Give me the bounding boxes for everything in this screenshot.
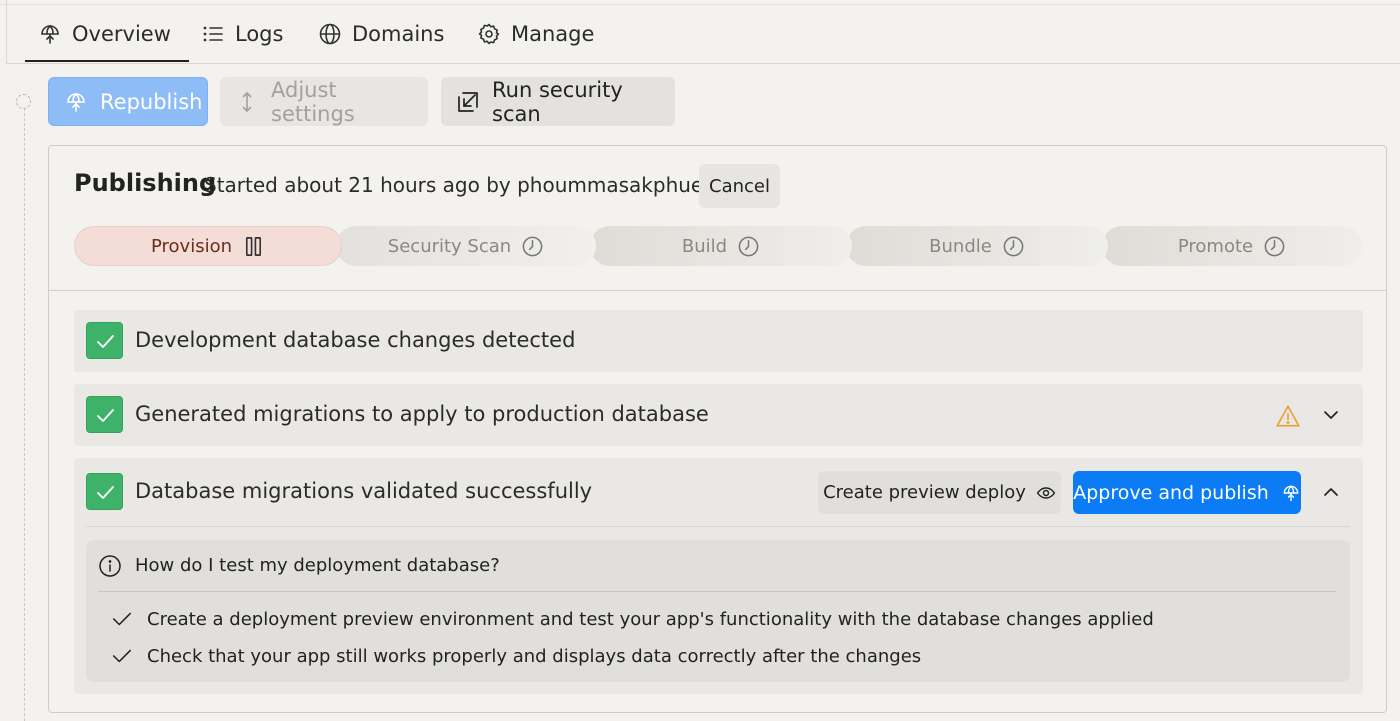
run-security-scan-label: Run security scan xyxy=(492,77,623,126)
timeline-rail xyxy=(24,108,25,721)
check-row-generated-migrations[interactable]: Generated migrations to apply to product… xyxy=(74,384,1363,446)
step-bundle: Bundle xyxy=(846,226,1108,266)
check-icon xyxy=(111,608,133,630)
check-label: Development database changes detected xyxy=(135,328,576,352)
tab-overview-label: Overview xyxy=(72,22,171,46)
warning-icon xyxy=(1275,403,1301,429)
list-icon xyxy=(201,22,225,46)
run-security-scan-button[interactable]: Run security scan xyxy=(441,77,675,126)
chevron-up-icon[interactable] xyxy=(1321,482,1341,502)
tab-manage[interactable]: Manage xyxy=(477,14,594,54)
tab-domains-label: Domains xyxy=(352,22,445,46)
adjust-settings-label: Adjust settings xyxy=(271,77,355,126)
timeline-dot xyxy=(16,94,31,109)
publishing-status: Started about 21 hours ago by phoummasak… xyxy=(204,173,712,197)
create-preview-deploy-button[interactable]: Create preview deploy xyxy=(818,471,1061,514)
check-label: Database migrations validated successful… xyxy=(135,479,593,503)
tab-logs-label: Logs xyxy=(235,22,284,46)
publish-stepper: Provision Security Scan Build Bundle Pro… xyxy=(74,226,1362,266)
step-promote: Promote xyxy=(1102,226,1362,266)
help-divider xyxy=(98,591,1336,592)
globe-icon xyxy=(318,22,342,46)
publishing-card: Publishing Started about 21 hours ago by… xyxy=(48,145,1387,713)
republish-label: Republish xyxy=(100,89,203,114)
tab-bar: Overview Logs Domains Manage xyxy=(6,0,1400,64)
tab-manage-label: Manage xyxy=(511,22,595,46)
rocket-globe-icon xyxy=(1281,483,1301,503)
row-divider xyxy=(86,526,1350,527)
clock-icon xyxy=(1002,235,1025,258)
clock-icon xyxy=(521,235,544,258)
tab-domains[interactable]: Domains xyxy=(318,14,444,54)
eye-icon xyxy=(1036,483,1056,503)
card-divider xyxy=(49,290,1386,291)
check-icon xyxy=(111,645,133,667)
info-icon xyxy=(98,554,122,578)
pause-icon xyxy=(242,235,265,258)
step-label: Build xyxy=(681,235,728,257)
tab-logs[interactable]: Logs xyxy=(201,14,283,54)
publishing-title: Publishing xyxy=(74,169,217,197)
gear-icon xyxy=(477,22,501,46)
step-label: Bundle xyxy=(929,235,992,257)
approve-and-publish-button[interactable]: Approve and publish xyxy=(1073,471,1301,514)
checkmark-icon xyxy=(86,396,123,433)
help-item-text: Create a deployment preview environment … xyxy=(147,608,1154,630)
rocket-globe-icon xyxy=(38,22,62,46)
tab-overview[interactable]: Overview xyxy=(38,14,171,54)
help-item: Check that your app still works properly… xyxy=(111,644,921,668)
clock-icon xyxy=(1263,235,1286,258)
approve-and-publish-label: Approve and publish xyxy=(1073,481,1269,504)
external-link-icon xyxy=(456,90,480,114)
help-panel: How do I test my deployment database? Cr… xyxy=(86,540,1350,682)
help-item-text: Check that your app still works properly… xyxy=(147,645,922,667)
republish-button[interactable]: Republish xyxy=(48,77,208,126)
vertical-arrows-icon xyxy=(235,90,259,114)
step-build: Build xyxy=(590,226,852,266)
checkmark-icon xyxy=(86,473,123,510)
cancel-button[interactable]: Cancel xyxy=(699,164,780,208)
check-row-changes-detected: Development database changes detected xyxy=(74,310,1363,372)
adjust-settings-button[interactable]: Adjust settings xyxy=(220,77,428,126)
rocket-globe-icon xyxy=(64,90,88,114)
step-label: Promote xyxy=(1177,235,1254,257)
step-label: Provision xyxy=(150,235,232,257)
step-security-scan: Security Scan xyxy=(336,226,596,266)
checkmark-icon xyxy=(86,322,123,359)
active-tab-indicator xyxy=(25,60,189,62)
check-row-migrations-validated: Database migrations validated successful… xyxy=(74,458,1363,694)
help-item: Create a deployment preview environment … xyxy=(111,607,1154,631)
step-label: Security Scan xyxy=(387,235,512,257)
step-provision: Provision xyxy=(74,226,342,266)
help-question: How do I test my deployment database? xyxy=(135,555,500,576)
create-preview-deploy-label: Create preview deploy xyxy=(823,482,1026,503)
check-label: Generated migrations to apply to product… xyxy=(135,402,709,426)
chevron-down-icon[interactable] xyxy=(1321,405,1341,425)
clock-icon xyxy=(737,235,760,258)
